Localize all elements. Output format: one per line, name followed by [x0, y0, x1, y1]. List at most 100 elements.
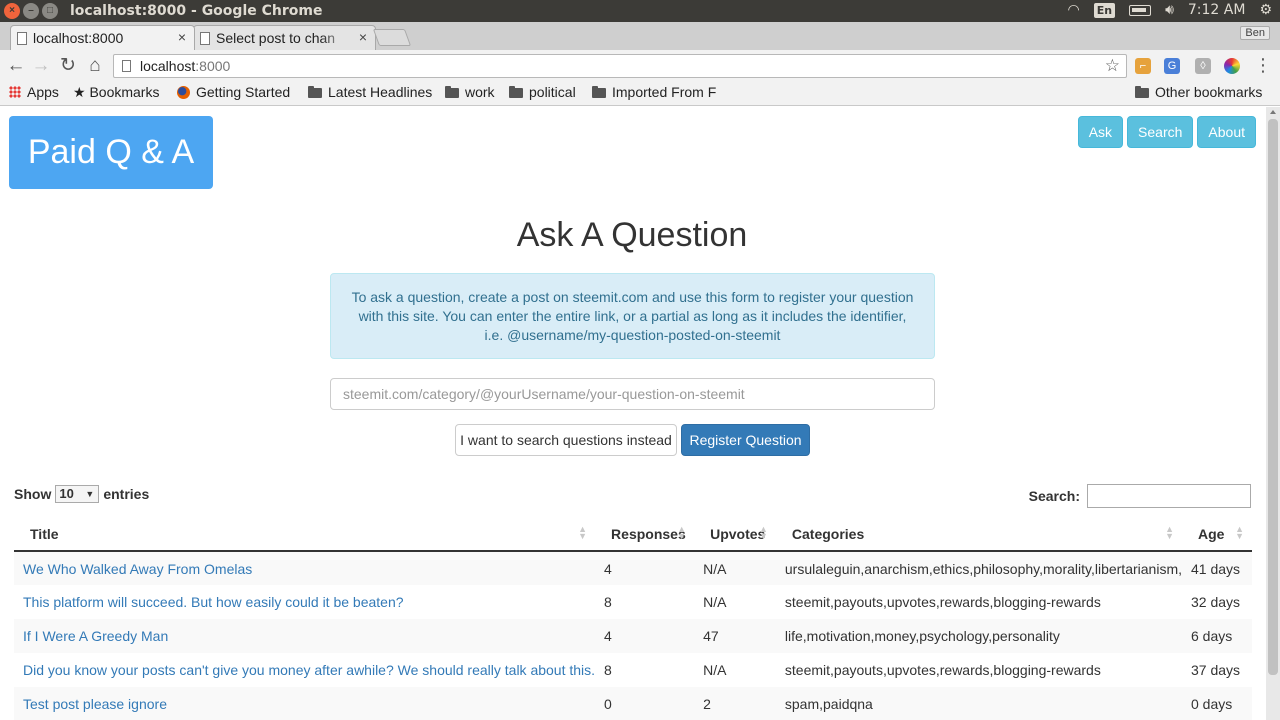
- question-url-input[interactable]: [330, 378, 935, 410]
- responses-cell: 8: [604, 594, 612, 610]
- window-controls: × – □: [4, 3, 58, 19]
- scroll-up-arrow-icon[interactable]: [1270, 110, 1276, 114]
- home-icon[interactable]: ⌂: [84, 55, 106, 77]
- upvotes-cell: N/A: [703, 594, 727, 610]
- categories-cell: ursulaleguin,anarchism,ethics,philosophy…: [775, 551, 1182, 585]
- question-link[interactable]: We Who Walked Away From Omelas: [23, 561, 252, 577]
- sort-icon: ▲ ▼: [578, 524, 588, 541]
- window-close-icon[interactable]: ×: [4, 3, 20, 19]
- question-link[interactable]: This platform will succeed. But how easi…: [23, 594, 404, 610]
- categories-cell: steemit,payouts,upvotes,rewards,blogging…: [784, 594, 1101, 610]
- table-row: This platform will succeed. But how easi…: [14, 585, 1252, 619]
- register-question-button[interactable]: Register Question: [681, 424, 810, 456]
- bookmark-apps[interactable]: Apps: [9, 84, 59, 100]
- page-title: Ask A Question: [516, 216, 748, 254]
- tab-select-post[interactable]: Select post to chan ×: [193, 25, 376, 50]
- folder-icon: [308, 86, 322, 98]
- page-info-icon[interactable]: [122, 60, 131, 72]
- window-titlebar: × – □ localhost:8000 - Google Chrome ◠ E…: [0, 0, 1280, 22]
- translate-extension-icon[interactable]: G: [1164, 58, 1180, 74]
- sort-icon: ▲ ▼: [758, 524, 768, 541]
- entries-select[interactable]: 10 ▼: [55, 485, 100, 503]
- bookmark-work[interactable]: work: [445, 84, 495, 100]
- page-scrollbar[interactable]: [1266, 107, 1280, 720]
- categories-cell: steemit,payouts,upvotes,rewards,blogging…: [784, 662, 1101, 678]
- entries-label: entries: [103, 486, 150, 502]
- age-cell: 41 days: [1182, 551, 1252, 585]
- volume-icon[interactable]: 🔊︎: [1165, 2, 1174, 18]
- responses-cell: 8: [604, 662, 612, 678]
- battery-icon[interactable]: [1129, 4, 1152, 16]
- address-bar[interactable]: localhost:8000 ☆: [113, 54, 1127, 78]
- folder-icon: [1135, 86, 1149, 98]
- reload-icon[interactable]: ↻: [57, 55, 79, 77]
- question-link[interactable]: Did you know your posts can't give you m…: [23, 662, 595, 678]
- responses-cell: 4: [595, 551, 695, 585]
- new-tab-button[interactable]: [372, 29, 412, 46]
- responses-cell: 4: [595, 619, 695, 653]
- settings-gear-icon[interactable]: ⚙: [1259, 2, 1272, 18]
- tab-localhost[interactable]: localhost:8000 ×: [10, 25, 195, 50]
- table-search-input[interactable]: [1087, 484, 1251, 508]
- search-instead-button[interactable]: I want to search questions instead: [455, 424, 677, 456]
- tab-label: localhost:8000: [33, 30, 124, 46]
- title-cell: This platform will succeed. But how easi…: [14, 585, 595, 619]
- bookmark-star-icon[interactable]: ☆: [1105, 56, 1120, 76]
- forward-arrow-icon[interactable]: →: [30, 55, 52, 77]
- bookmark-imported[interactable]: Imported From F: [592, 84, 718, 100]
- tab-strip: localhost:8000 × Select post to chan × B…: [0, 22, 1280, 50]
- window-maximize-icon[interactable]: □: [42, 3, 58, 19]
- site-nav: Ask Search About: [1077, 116, 1256, 148]
- nav-search-button[interactable]: Search: [1127, 116, 1194, 148]
- folder-icon: [509, 86, 523, 98]
- bookmark-political[interactable]: political: [509, 84, 576, 100]
- title-cell: Did you know your posts can't give you m…: [14, 653, 595, 687]
- bookmark-bookmarks[interactable]: ★ Bookmarks: [73, 84, 159, 101]
- color-extension-icon[interactable]: [1224, 58, 1240, 74]
- site-brand[interactable]: Paid Q & A: [9, 116, 213, 189]
- web-page: Paid Q & A Ask Search About Ask A Questi…: [0, 107, 1266, 720]
- title-cell: If I Were A Greedy Man: [14, 619, 596, 653]
- back-arrow-icon[interactable]: ←: [5, 55, 27, 77]
- tab-label: Select post to chan: [216, 30, 336, 46]
- window-minimize-icon[interactable]: –: [23, 3, 39, 19]
- address-bar-url[interactable]: localhost:8000: [140, 58, 230, 74]
- table-row: We Who Walked Away From Omelas 4 N/A urs…: [14, 551, 1252, 585]
- keyboard-language[interactable]: En: [1093, 2, 1116, 18]
- question-link[interactable]: Test post please ignore: [23, 696, 167, 712]
- extension-icon[interactable]: ⌐: [1135, 58, 1151, 74]
- bookmark-getting-started[interactable]: Getting Started: [177, 84, 290, 100]
- nav-ask-button[interactable]: Ask: [1077, 116, 1124, 148]
- bookmark-other[interactable]: Other bookmarks: [1135, 84, 1262, 100]
- sort-icon: ▲ ▼: [1165, 524, 1174, 541]
- apps-grid-icon: [9, 86, 21, 98]
- column-header-categories[interactable]: Categories ▲ ▼: [775, 517, 1182, 552]
- window-title: localhost:8000 - Google Chrome: [70, 3, 323, 19]
- page-icon: [17, 32, 27, 45]
- column-header-title[interactable]: Title ▲ ▼: [14, 517, 596, 552]
- extension-icon[interactable]: ◊: [1195, 58, 1211, 74]
- bookmark-latest-headlines[interactable]: Latest Headlines: [308, 84, 432, 100]
- folder-icon: [592, 86, 606, 98]
- profile-button[interactable]: Ben: [1240, 26, 1270, 40]
- show-label: Show: [14, 486, 52, 502]
- scrollbar-thumb[interactable]: [1268, 119, 1278, 675]
- wifi-icon[interactable]: ◠: [1067, 2, 1079, 18]
- responses-cell: 0: [595, 687, 695, 720]
- upvotes-cell: N/A: [703, 662, 727, 678]
- column-header-age[interactable]: Age ▲ ▼: [1182, 517, 1252, 552]
- sort-icon: ▲ ▼: [677, 524, 687, 541]
- tab-close-icon[interactable]: ×: [178, 29, 186, 45]
- chrome-menu-icon[interactable]: ⋮: [1254, 56, 1272, 74]
- title-cell: We Who Walked Away From Omelas: [14, 551, 596, 585]
- column-header-upvotes[interactable]: Upvotes ▲ ▼: [694, 517, 776, 552]
- table-row: If I Were A Greedy Man 4 47 life,motivat…: [14, 619, 1252, 653]
- column-header-responses[interactable]: Responses ▲ ▼: [595, 517, 695, 552]
- system-tray: ◠ En 🔊︎ 7:12 AM ⚙: [1067, 2, 1272, 18]
- question-link[interactable]: If I Were A Greedy Man: [23, 628, 168, 644]
- nav-about-button[interactable]: About: [1197, 116, 1256, 148]
- tab-close-icon[interactable]: ×: [359, 29, 367, 45]
- clock[interactable]: 7:12 AM: [1188, 2, 1246, 18]
- table-row: Test post please ignore 0 2 spam,paidqna…: [14, 687, 1252, 720]
- table-filter: Search:: [1029, 484, 1251, 508]
